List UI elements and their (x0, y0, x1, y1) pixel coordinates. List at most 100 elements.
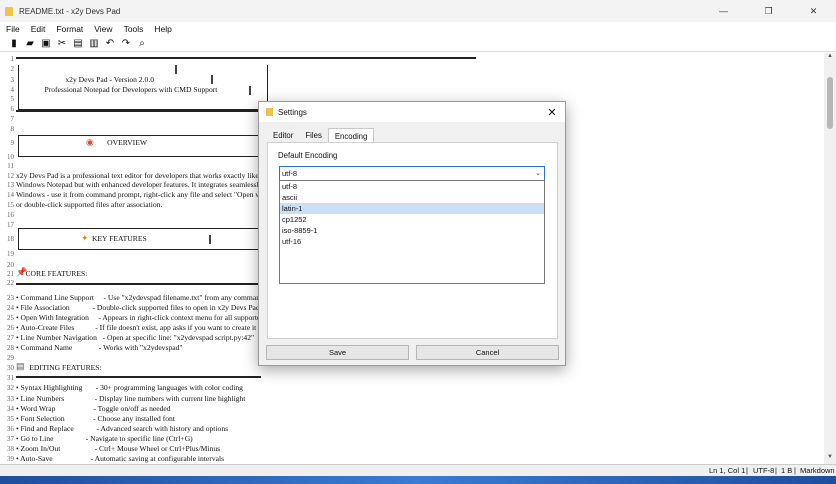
line-number: 26 (7, 324, 14, 332)
status-sep: | (775, 466, 777, 475)
status-language: Markdown (800, 466, 835, 475)
window-title: README.txt - x2y Devs Pad (19, 6, 121, 16)
menu-file[interactable]: File (6, 24, 20, 34)
encoding-option[interactable]: utf-16 (280, 236, 544, 247)
chevron-down-icon[interactable]: ⌄ (535, 167, 541, 180)
open-folder-icon[interactable]: ▰ (22, 35, 38, 51)
encoding-option[interactable]: iso-8859-1 (280, 225, 544, 236)
close-button[interactable]: ✕ (791, 0, 836, 22)
line-text: • Line Numbers - Display line numbers wi… (16, 394, 246, 403)
menu-bar: File Edit Format View Tools Help (0, 22, 836, 35)
menu-help[interactable]: Help (154, 24, 171, 34)
copy-icon[interactable]: ▤ (70, 35, 86, 51)
status-size: 1 B (781, 466, 793, 475)
line-number: 35 (7, 415, 14, 423)
line-number: 8 (10, 125, 15, 133)
line-number: 34 (7, 405, 14, 413)
line-text: • File Association - Double-click suppor… (16, 303, 260, 312)
line-number: 23 (7, 294, 14, 302)
editor-line: 35 • Font Selection - Choose any installe… (0, 414, 820, 424)
line-number: 3 (10, 76, 15, 84)
save-button[interactable]: Save (266, 345, 409, 360)
memo-icon: ▤ (16, 361, 25, 371)
line-text: EDITING FEATURES: (16, 363, 102, 372)
tab-editor[interactable]: Editor (267, 128, 299, 143)
vertical-scrollbar[interactable]: ▲ ▼ (824, 53, 836, 464)
sparkle-icon: ✦ (81, 233, 89, 243)
editor-line: 31 (0, 373, 820, 383)
tab-files[interactable]: Files (299, 128, 327, 143)
editor-line: 32 • Syntax Highlighting - 30+ programmin… (0, 383, 820, 393)
editor-line: 39 • Auto-Save - Automatic saving at conf… (0, 454, 820, 464)
line-number: 6 (10, 105, 15, 113)
scroll-thumb[interactable] (827, 77, 833, 129)
status-sep: | (794, 466, 796, 475)
encoding-option[interactable]: latin-1 (280, 203, 544, 214)
line-number: 16 (7, 211, 14, 219)
line-number: 22 (7, 279, 14, 287)
tab-encoding[interactable]: Encoding (327, 128, 375, 143)
line-number: 27 (7, 334, 14, 342)
line-number: 7 (10, 115, 15, 123)
encoding-option[interactable]: utf-8 (280, 181, 544, 192)
line-text: Windows Notepad but with enhanced develo… (16, 180, 259, 189)
encoding-option[interactable]: cp1252 (280, 214, 544, 225)
redo-icon[interactable]: ↷ (118, 35, 134, 51)
line-number: 18 (7, 235, 14, 243)
line-number: 9 (10, 139, 15, 147)
status-sep: | (746, 466, 748, 475)
status-position: Ln 1, Col 1 (709, 466, 746, 475)
undo-icon[interactable]: ↶ (102, 35, 118, 51)
encoding-panel: Default Encoding utf-8 ⌄ utf-8 ascii lat… (267, 142, 558, 339)
encoding-dropdown-list: utf-8 ascii latin-1 cp1252 iso-8859-1 ut… (279, 180, 545, 284)
new-file-icon[interactable]: ▮ (6, 35, 22, 51)
dialog-close-button[interactable]: ✕ (539, 106, 565, 119)
encoding-option[interactable]: ascii (280, 192, 544, 203)
line-text: or double-click supported files after as… (16, 200, 163, 209)
line-number: 38 (7, 445, 14, 453)
toolbar: ▮ ▰ ▣ ✂ ▤ ▥ ↶ ↷ ⌕ (0, 35, 836, 52)
find-icon[interactable]: ⌕ (134, 35, 150, 51)
encoding-select[interactable]: utf-8 ⌄ (279, 166, 545, 181)
save-icon[interactable]: ▣ (38, 35, 54, 51)
editor-line: 2 (0, 64, 820, 74)
line-number: 1 (10, 55, 15, 63)
title-bar: README.txt - x2y Devs Pad — ❐ ✕ (0, 0, 836, 22)
line-text: • Find and Replace - Advanced search wit… (16, 424, 229, 433)
line-number: 33 (7, 395, 14, 403)
line-number: 30 (7, 364, 14, 372)
menu-view[interactable]: View (94, 24, 112, 34)
line-number: 32 (7, 384, 14, 392)
app-icon (5, 6, 13, 16)
menu-edit[interactable]: Edit (31, 24, 46, 34)
line-number: 13 (7, 181, 14, 189)
line-number: 11 (7, 162, 14, 170)
cancel-button[interactable]: Cancel (416, 345, 559, 360)
line-text: • Command Name - Works with "x2ydevspad" (16, 343, 183, 352)
dialog-title-bar: Settings ✕ (259, 102, 565, 122)
settings-tabs: Editor Files Encoding (267, 128, 375, 143)
line-number: 37 (7, 435, 14, 443)
line-text: Windows - use it from command prompt, ri… (16, 190, 261, 199)
editor-line: 34 • Word Wrap - Toggle on/off as needed (0, 404, 820, 414)
line-text: • Syntax Highlighting - 30+ programming … (16, 383, 243, 392)
paste-icon[interactable]: ▥ (86, 35, 102, 51)
line-number: 36 (7, 425, 14, 433)
scroll-up-icon[interactable]: ▲ (824, 53, 836, 63)
settings-dialog: Settings ✕ Editor Files Encoding Default… (258, 101, 566, 366)
scroll-down-icon[interactable]: ▼ (824, 454, 836, 464)
menu-format[interactable]: Format (56, 24, 83, 34)
line-text: • Auto-Save - Automatic saving at config… (16, 454, 225, 463)
line-number: 25 (7, 314, 14, 322)
editor-line: 36 • Find and Replace - Advanced search w… (0, 424, 820, 434)
status-bar: Ln 1, Col 1 | UTF-8 | 1 B | Markdown (0, 464, 836, 476)
settings-app-icon (266, 108, 273, 116)
editor-line: 1 (0, 54, 820, 64)
encoding-select-value: utf-8 (282, 169, 298, 178)
cut-icon[interactable]: ✂ (54, 35, 70, 51)
line-text: • Line Number Navigation - Open at speci… (16, 333, 255, 342)
menu-tools[interactable]: Tools (124, 24, 144, 34)
maximize-button[interactable]: ❐ (746, 0, 791, 22)
editor-line: 33 • Line Numbers - Display line numbers … (0, 394, 820, 404)
minimize-button[interactable]: — (701, 0, 746, 22)
